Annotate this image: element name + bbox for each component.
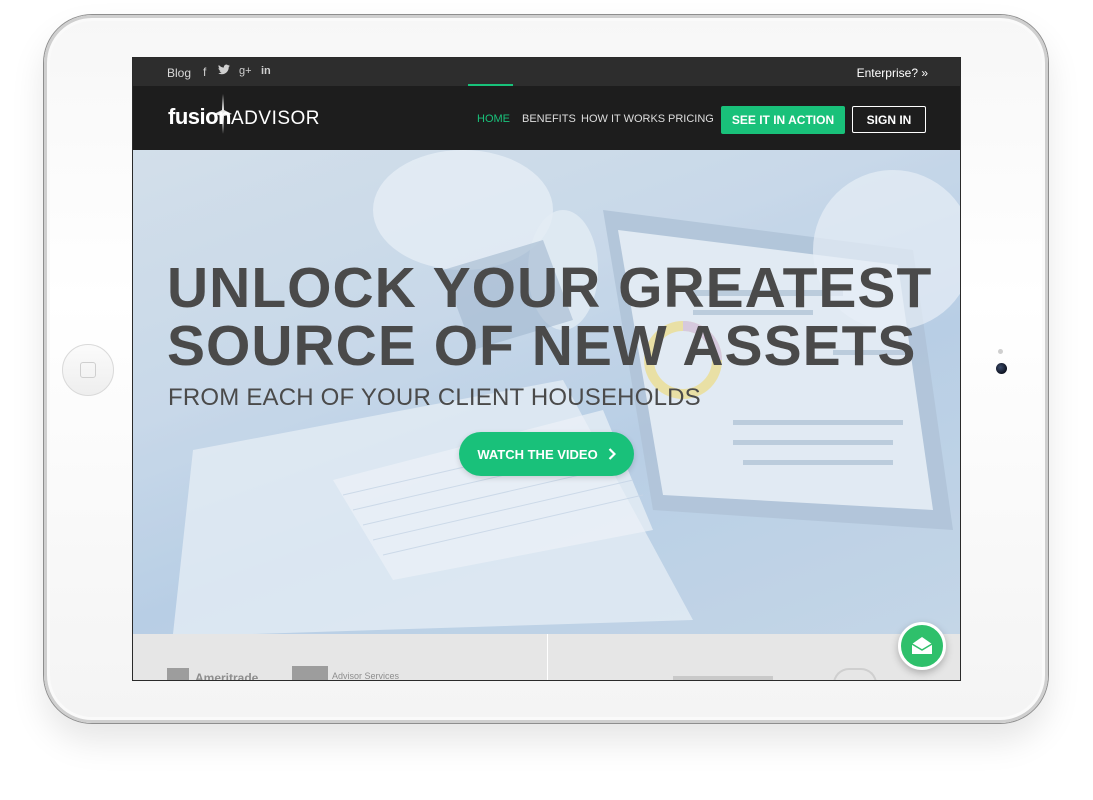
main-navbar: fusionADVISOR HOME BENEFITS HOW IT WORKS… xyxy=(133,86,960,150)
website-screen: Blog f g+ in Enterprise? » fusionADVISOR… xyxy=(132,57,961,681)
utility-bar: Blog f g+ in Enterprise? » xyxy=(133,58,960,86)
tablet-home-button xyxy=(62,344,114,396)
enterprise-link[interactable]: Enterprise? » xyxy=(857,66,928,80)
partners-strip: Ameritrade Advisor Services xyxy=(133,634,960,681)
chevron-right-icon xyxy=(608,448,616,460)
nav-home[interactable]: HOME xyxy=(477,113,510,125)
hero-headline: UNLOCK YOUR GREATEST SOURCE OF NEW ASSET… xyxy=(167,259,932,375)
nav-benefits[interactable]: BENEFITS xyxy=(522,113,576,125)
google-plus-icon[interactable]: g+ xyxy=(239,65,252,77)
contact-mail-button[interactable] xyxy=(898,622,946,670)
tablet-camera xyxy=(996,363,1007,374)
partner-logo-3 xyxy=(673,676,773,680)
home-square-icon xyxy=(80,362,96,378)
hero-headline-line-1: UNLOCK YOUR GREATEST xyxy=(167,256,933,320)
see-it-in-action-button[interactable]: SEE IT IN ACTION xyxy=(721,106,845,134)
ameritrade-logo: Ameritrade xyxy=(195,671,259,681)
blog-link[interactable]: Blog xyxy=(167,66,191,80)
tablet-sensor xyxy=(998,349,1003,354)
watch-video-label: WATCH THE VIDEO xyxy=(477,446,598,462)
logo-text-advisor: ADVISOR xyxy=(231,108,321,129)
advisor-services-logo: Advisor Services xyxy=(332,671,400,681)
hero-section: UNLOCK YOUR GREATEST SOURCE OF NEW ASSET… xyxy=(133,150,960,634)
logo-spark-icon xyxy=(214,94,232,134)
nav-how-it-works[interactable]: HOW IT WORKS xyxy=(581,113,665,125)
twitter-icon[interactable] xyxy=(218,64,230,78)
partner-logo-4 xyxy=(833,668,877,680)
mail-icon xyxy=(911,637,933,654)
advisor-services-logo-mark xyxy=(292,666,328,680)
hero-headline-line-2: SOURCE OF NEW ASSETS xyxy=(167,314,917,378)
td-logo-mark xyxy=(167,668,189,680)
hero-subheadline: FROM EACH OF YOUR CLIENT HOUSEHOLDS xyxy=(168,384,701,411)
fusion-advisor-logo[interactable]: fusionADVISOR xyxy=(168,94,321,134)
partners-divider xyxy=(547,634,548,680)
watch-video-button[interactable]: WATCH THE VIDEO xyxy=(459,432,634,476)
linkedin-icon[interactable]: in xyxy=(261,65,271,77)
facebook-icon[interactable]: f xyxy=(203,65,206,79)
nav-pricing[interactable]: PRICING xyxy=(668,113,714,125)
sign-in-button[interactable]: SIGN IN xyxy=(852,106,926,133)
